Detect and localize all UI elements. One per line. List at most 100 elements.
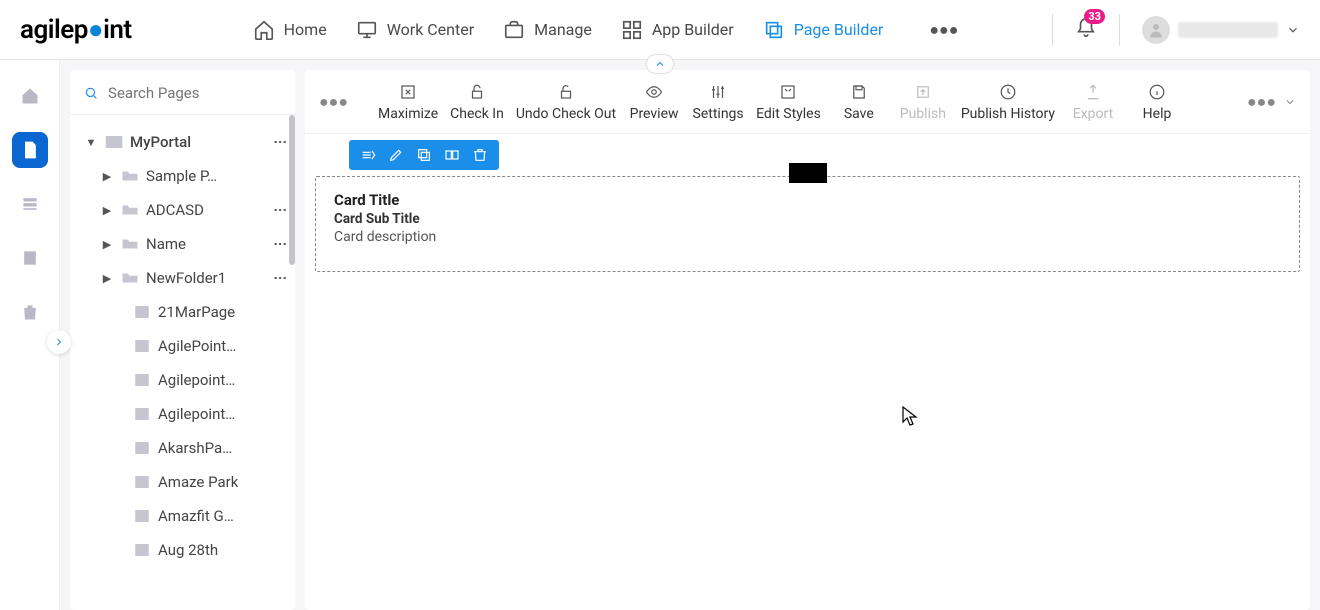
tb-settings[interactable]: Settings bbox=[692, 82, 744, 122]
toolbar-overflow[interactable]: ●●● bbox=[1247, 92, 1296, 112]
tree-page[interactable]: Amazfit G… bbox=[78, 499, 291, 533]
header-right: 33 bbox=[1052, 14, 1300, 46]
search-pages-input[interactable] bbox=[108, 84, 281, 102]
tree-page[interactable]: AkarshPa… bbox=[78, 431, 291, 465]
tb-checkin[interactable]: Check In bbox=[450, 82, 504, 122]
nav-home[interactable]: Home bbox=[252, 18, 327, 42]
node-menu-icon[interactable]: ··· bbox=[273, 269, 291, 287]
design-canvas[interactable]: Card Title Card Sub Title Card descripti… bbox=[305, 134, 1310, 610]
caret-right-icon: ▶ bbox=[100, 238, 114, 251]
tree-label: Name bbox=[146, 235, 186, 253]
collapse-header-button[interactable] bbox=[646, 54, 674, 74]
nav-manage[interactable]: Manage bbox=[502, 18, 592, 42]
folder-icon bbox=[120, 236, 140, 252]
toolbar-menu-icon[interactable]: ●●● bbox=[319, 92, 348, 112]
nav-work-center[interactable]: Work Center bbox=[355, 18, 474, 42]
rail-layouts[interactable] bbox=[12, 186, 48, 222]
top-nav: Home Work Center Manage App Builder Page… bbox=[252, 18, 959, 42]
tb-label: Maximize bbox=[378, 106, 438, 122]
rail-pages[interactable] bbox=[12, 132, 48, 168]
page-icon bbox=[132, 474, 152, 490]
palette-icon bbox=[779, 82, 797, 102]
home-icon bbox=[252, 18, 276, 42]
tree-page[interactable]: Aug 28th bbox=[78, 533, 291, 567]
tb-help[interactable]: Help bbox=[1131, 82, 1183, 122]
grid-icon bbox=[620, 18, 644, 42]
nav-label: App Builder bbox=[652, 20, 734, 39]
nav-label: Home bbox=[284, 20, 327, 39]
scrollbar-thumb[interactable] bbox=[289, 115, 295, 265]
tb-label: Settings bbox=[693, 106, 744, 122]
widget-delete-icon[interactable] bbox=[471, 146, 489, 164]
tb-label: Save bbox=[844, 106, 874, 122]
user-menu[interactable] bbox=[1142, 16, 1300, 44]
tree-page[interactable]: Agilepoint… bbox=[78, 397, 291, 431]
widget-edit-icon[interactable] bbox=[387, 146, 405, 164]
logo[interactable]: agilep●int bbox=[20, 14, 132, 45]
page-icon bbox=[132, 338, 152, 354]
tree-label: AkarshPa… bbox=[158, 439, 232, 457]
card-title: Card Title bbox=[334, 191, 1281, 209]
tb-label: Undo Check Out bbox=[516, 106, 616, 122]
tb-export: Export bbox=[1067, 82, 1119, 122]
tb-publish-history[interactable]: Publish History bbox=[961, 82, 1055, 122]
portal-icon bbox=[104, 134, 124, 150]
left-rail bbox=[0, 60, 60, 610]
workspace: ▼ MyPortal ··· ▶Sample P… ▶ADCASD··· ▶Na… bbox=[0, 60, 1320, 610]
nav-app-builder[interactable]: App Builder bbox=[620, 18, 734, 42]
unlock-icon bbox=[468, 82, 486, 102]
tree-label: NewFolder1 bbox=[146, 269, 226, 287]
tree-folder[interactable]: ▶NewFolder1··· bbox=[78, 261, 291, 295]
tb-save[interactable]: Save bbox=[833, 82, 885, 122]
tb-label: Publish History bbox=[961, 106, 1055, 122]
tb-edit-styles[interactable]: Edit Styles bbox=[756, 82, 821, 122]
search-row bbox=[70, 70, 295, 115]
divider bbox=[1119, 14, 1120, 46]
tree-label: 21MarPage bbox=[158, 303, 235, 321]
widget-duplicate-icon[interactable] bbox=[443, 146, 461, 164]
card-widget[interactable]: Card Title Card Sub Title Card descripti… bbox=[315, 176, 1300, 272]
tree-page[interactable]: 21MarPage bbox=[78, 295, 291, 329]
history-icon bbox=[999, 82, 1017, 102]
notifications-button[interactable]: 33 bbox=[1075, 17, 1097, 43]
tb-label: Help bbox=[1143, 106, 1172, 122]
username-label bbox=[1178, 22, 1278, 38]
tree-label: ADCASD bbox=[146, 201, 204, 219]
tree-folder[interactable]: ▶ADCASD··· bbox=[78, 193, 291, 227]
rail-home[interactable] bbox=[12, 78, 48, 114]
tree-folder[interactable]: ▶Sample P… bbox=[78, 159, 291, 193]
tree-label: MyPortal bbox=[130, 133, 191, 151]
tb-preview[interactable]: Preview bbox=[628, 82, 680, 122]
tb-undo-checkout[interactable]: Undo Check Out bbox=[516, 82, 616, 122]
tree-page[interactable]: Amaze Park bbox=[78, 465, 291, 499]
rail-trash[interactable] bbox=[12, 294, 48, 330]
tree-page[interactable]: AgilePoint… bbox=[78, 329, 291, 363]
widget-action-bar bbox=[349, 140, 499, 170]
nav-more-icon[interactable]: ●●● bbox=[929, 20, 958, 40]
selection-handle[interactable] bbox=[789, 163, 827, 183]
copy-icon bbox=[762, 18, 786, 42]
briefcase-icon bbox=[502, 18, 526, 42]
page-icon bbox=[132, 440, 152, 456]
tb-label: Publish bbox=[900, 106, 946, 122]
folder-icon bbox=[120, 168, 140, 184]
export-icon bbox=[1084, 82, 1102, 102]
nav-page-builder[interactable]: Page Builder bbox=[762, 18, 884, 42]
monitor-icon bbox=[355, 18, 379, 42]
page-icon bbox=[132, 406, 152, 422]
avatar-icon bbox=[1142, 16, 1170, 44]
tree-page[interactable]: Agilepoint… bbox=[78, 363, 291, 397]
tree-root-myportal[interactable]: ▼ MyPortal ··· bbox=[78, 125, 291, 159]
tb-label: Preview bbox=[630, 106, 679, 122]
rail-expand-button[interactable] bbox=[47, 330, 71, 354]
caret-right-icon: ▶ bbox=[100, 170, 114, 183]
widget-copy-icon[interactable] bbox=[415, 146, 433, 164]
nav-label: Work Center bbox=[387, 20, 474, 39]
tree-folder[interactable]: ▶Name··· bbox=[78, 227, 291, 261]
tb-maximize[interactable]: Maximize bbox=[378, 82, 438, 122]
card-description: Card description bbox=[334, 229, 1281, 245]
main-panel: ●●● Maximize Check In Undo Check Out Pre… bbox=[305, 70, 1310, 610]
tree-label: Amazfit G… bbox=[158, 507, 234, 525]
rail-components[interactable] bbox=[12, 240, 48, 276]
widget-move-icon[interactable] bbox=[359, 146, 377, 164]
